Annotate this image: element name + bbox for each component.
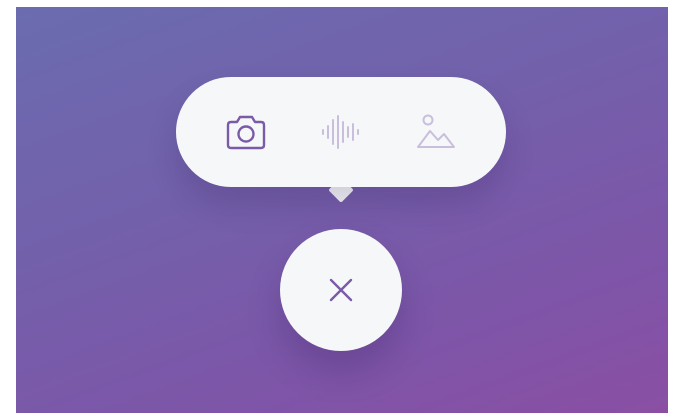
audio-waveform-icon	[322, 115, 359, 149]
image-icon	[417, 114, 455, 148]
app-background	[16, 7, 668, 413]
image-button[interactable]	[406, 102, 466, 162]
close-icon	[329, 278, 353, 302]
audio-button[interactable]	[311, 102, 371, 162]
camera-icon	[226, 115, 266, 150]
camera-button[interactable]	[216, 102, 276, 162]
close-button[interactable]	[280, 229, 402, 351]
media-picker-popover	[176, 77, 506, 187]
